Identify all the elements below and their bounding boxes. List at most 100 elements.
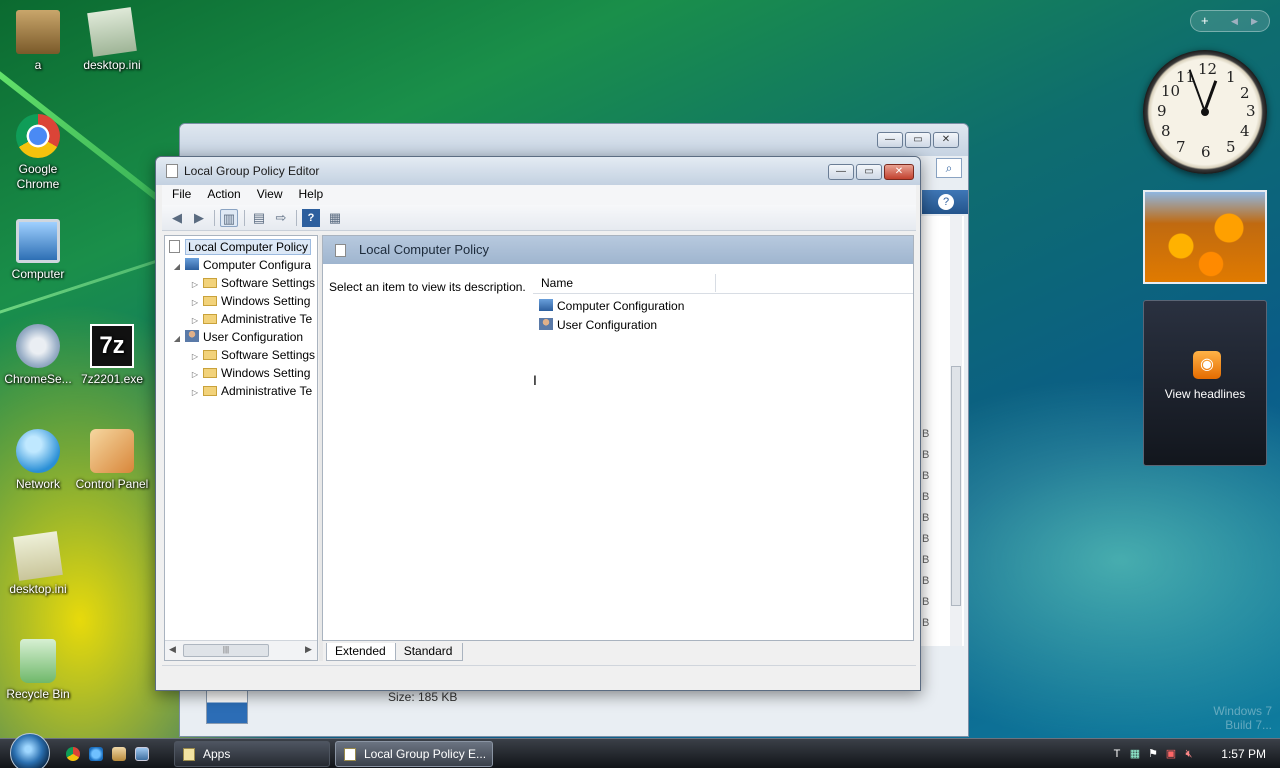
desktop-icon-chromesetup[interactable]: ChromeSe... xyxy=(0,324,76,387)
view-headlines-link[interactable]: View headlines xyxy=(1144,387,1266,401)
details-header-title: Local Computer Policy xyxy=(359,242,490,257)
watermark-line: Windows 7 xyxy=(1213,704,1272,718)
internet-explorer-icon[interactable] xyxy=(89,747,103,761)
desktop-icon-a[interactable]: a xyxy=(0,10,76,73)
tab-extended[interactable]: Extended xyxy=(326,643,397,661)
desktop-icon-network[interactable]: Network xyxy=(0,429,76,492)
previous-icon[interactable]: ◀ xyxy=(1231,16,1238,27)
tree-item-user-configuration[interactable]: ◢ User Configuration xyxy=(171,328,303,346)
menu-view[interactable]: View xyxy=(247,185,289,205)
details-pane[interactable]: Local Computer Policy Select an item to … xyxy=(322,235,914,641)
help-bar: ? xyxy=(922,190,968,214)
tree-pane[interactable]: Local Computer Policy ◢ Computer Configur… xyxy=(164,235,318,661)
menu-action[interactable]: Action xyxy=(197,185,246,205)
desktop-icon-desktop-ini[interactable]: desktop.ini xyxy=(74,7,150,73)
list-item-computer-configuration[interactable]: Computer Configuration xyxy=(539,299,684,313)
desktop-icon-control-panel[interactable]: Control Panel xyxy=(74,429,150,492)
back-arrow-icon[interactable]: ◀ xyxy=(168,209,186,227)
help-icon[interactable]: ? xyxy=(938,194,954,210)
scrollbar-thumb[interactable]: ||| xyxy=(183,644,269,657)
properties-icon[interactable]: ▤ xyxy=(250,209,268,227)
tree-item-software-settings[interactable]: ▷ Software Settings xyxy=(189,274,315,292)
list-item-user-configuration[interactable]: User Configuration xyxy=(539,318,657,332)
tree-item-local-computer-policy[interactable]: Local Computer Policy xyxy=(165,238,312,256)
folder-icon xyxy=(203,386,217,396)
desktop-icon-recycle-bin[interactable]: Recycle Bin xyxy=(0,639,76,702)
close-button[interactable]: ✕ xyxy=(933,132,959,148)
clock-center xyxy=(1201,108,1209,116)
tab-standard[interactable]: Standard xyxy=(394,643,464,661)
forward-arrow-icon[interactable]: ▶ xyxy=(190,209,208,227)
folder-icon xyxy=(16,10,60,54)
tree-item-administrative-templates[interactable]: ▷ Administrative Te xyxy=(189,310,312,328)
scroll-right-icon[interactable]: ▶ xyxy=(305,644,312,655)
background-window-caption-buttons: — ▭ ✕ xyxy=(877,132,959,148)
maximize-button[interactable]: ▭ xyxy=(856,164,882,180)
settings-file-icon xyxy=(87,7,137,57)
clock-numeral: 4 xyxy=(1240,122,1250,140)
add-gadget-icon[interactable]: + xyxy=(1201,13,1209,28)
taskbar-button-group-policy[interactable]: Local Group Policy E... xyxy=(335,741,493,767)
start-button[interactable] xyxy=(10,733,50,768)
desktop-icon-label: Network xyxy=(15,477,60,491)
clock-numeral: 6 xyxy=(1201,143,1211,161)
folder-icon xyxy=(203,368,217,378)
horizontal-scrollbar[interactable]: ◀ ||| ▶ xyxy=(165,640,317,660)
desktop-icon-7z2201[interactable]: 7z 7z2201.exe xyxy=(74,324,150,387)
window-titlebar[interactable]: Local Group Policy Editor xyxy=(156,157,920,185)
search-icon[interactable]: ⌕ xyxy=(936,158,962,178)
clock-numeral: 1 xyxy=(1226,68,1236,86)
tree-item-computer-configuration[interactable]: ◢ Computer Configura xyxy=(171,256,311,274)
next-icon[interactable]: ▶ xyxy=(1251,16,1258,27)
media-player-icon[interactable] xyxy=(112,747,126,761)
export-list-icon[interactable]: ⇨ xyxy=(272,209,290,227)
clock-gadget[interactable]: 12 1 2 3 4 5 6 7 8 9 10 11 xyxy=(1143,50,1267,174)
expanded-arrow-icon[interactable]: ◢ xyxy=(171,258,183,276)
collapsed-arrow-icon[interactable]: ▷ xyxy=(189,384,201,402)
network-disconnected-icon[interactable]: ▣ xyxy=(1164,747,1178,761)
group-policy-editor-window[interactable]: Local Group Policy Editor — ▭ ✕ File Act… xyxy=(155,156,921,691)
clock-time[interactable]: 1:57 PM xyxy=(1221,747,1266,761)
vertical-scrollbar[interactable] xyxy=(950,216,962,646)
desktop-icon-google-chrome[interactable]: Google Chrome xyxy=(0,114,76,192)
column-name[interactable]: Name xyxy=(541,276,573,290)
menu-help[interactable]: Help xyxy=(289,185,330,205)
policy-document-icon xyxy=(169,240,180,253)
list-column-header[interactable]: Name xyxy=(533,272,913,294)
desktop-icon-desktop-ini-2[interactable]: desktop.ini xyxy=(0,531,76,597)
tree-item-user-administrative-templates[interactable]: ▷ Administrative Te xyxy=(189,382,312,400)
action-center-flag-icon[interactable]: ⚑ xyxy=(1146,747,1160,761)
chrome-quicklaunch-icon[interactable] xyxy=(66,747,80,761)
toolbar: ◀ ▶ ▥ ▤ ⇨ ? ▦ xyxy=(162,205,916,231)
taskbar-button-apps[interactable]: Apps xyxy=(174,741,330,767)
background-window-titlebar[interactable] xyxy=(180,124,968,156)
show-hide-tree-icon[interactable]: ▥ xyxy=(220,209,238,227)
filter-icon[interactable]: ▦ xyxy=(326,209,344,227)
tree-item-windows-settings[interactable]: ▷ Windows Setting xyxy=(189,292,310,310)
column-divider[interactable] xyxy=(715,274,716,292)
network-tray-icon[interactable]: ▦ xyxy=(1128,747,1142,761)
scroll-left-icon[interactable]: ◀ xyxy=(169,644,176,655)
maximize-button[interactable]: ▭ xyxy=(905,132,931,148)
language-bar-icon[interactable]: T xyxy=(1110,747,1124,761)
status-bar xyxy=(162,665,916,687)
volume-muted-icon[interactable]: 🔇︎ xyxy=(1182,747,1196,761)
desktop-icon-computer[interactable]: Computer xyxy=(0,219,76,282)
slideshow-gadget[interactable] xyxy=(1143,190,1267,284)
folder-icon xyxy=(203,314,217,324)
minimize-button[interactable]: — xyxy=(828,164,854,180)
scrollbar-thumb[interactable] xyxy=(951,366,961,606)
feed-headlines-gadget[interactable]: ◉ View headlines xyxy=(1143,300,1267,466)
tree-item-user-software-settings[interactable]: ▷ Software Settings xyxy=(189,346,315,364)
view-tabs: Extended Standard xyxy=(326,643,464,661)
folder-icon xyxy=(203,350,217,360)
user-icon xyxy=(539,318,553,330)
tree-item-user-windows-settings[interactable]: ▷ Windows Setting xyxy=(189,364,310,382)
close-button[interactable]: ✕ xyxy=(884,164,914,180)
help-icon[interactable]: ? xyxy=(302,209,320,227)
clock-numeral: 9 xyxy=(1157,102,1167,120)
show-desktop-icon[interactable] xyxy=(135,747,149,761)
expanded-arrow-icon[interactable]: ◢ xyxy=(171,330,183,348)
minimize-button[interactable]: — xyxy=(877,132,903,148)
menu-file[interactable]: File xyxy=(162,185,197,205)
